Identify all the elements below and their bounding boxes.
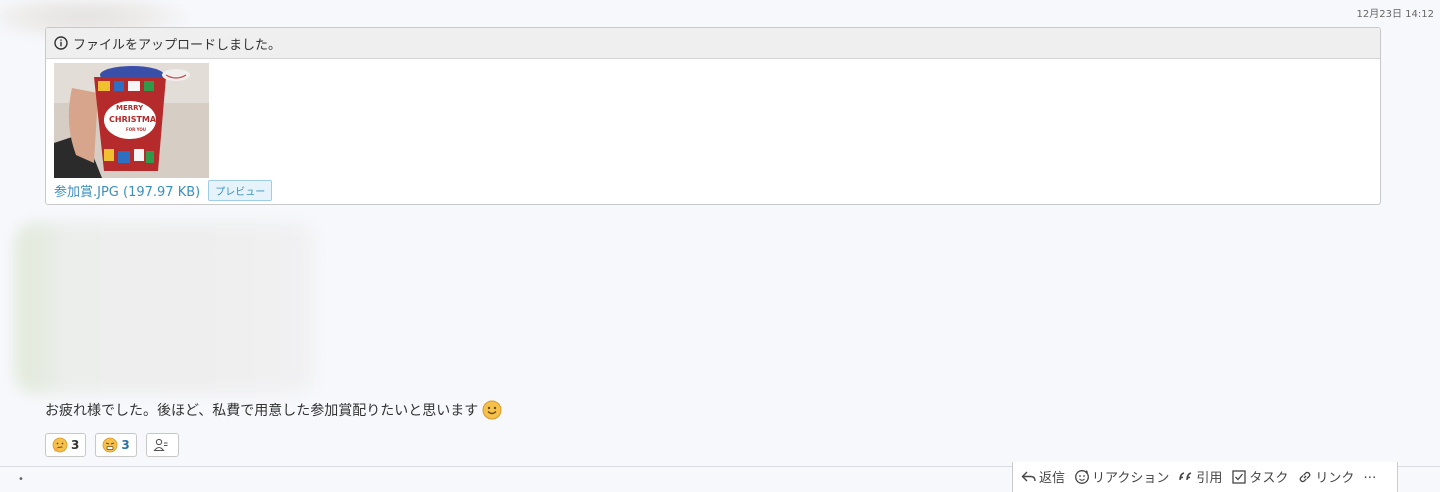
reply-action[interactable]: 返信	[1021, 467, 1065, 486]
message-action-bar: 返信 リアクション 引用 タスク リンク …	[1012, 462, 1398, 492]
link-label: リンク	[1315, 471, 1355, 486]
quote-label: 引用	[1196, 471, 1223, 486]
file-upload-card: ファイルをアップロードしました。 MERRY CHRISTMAS FOR YOU	[45, 27, 1381, 205]
file-download-link[interactable]: 参加賞.JPG (197.97 KB)	[54, 181, 200, 200]
task-label: タスク	[1249, 471, 1289, 486]
upload-notice-text: ファイルをアップロードしました。	[73, 37, 282, 53]
thinking-emoji-icon	[52, 437, 68, 453]
reaction-action[interactable]: リアクション	[1074, 467, 1169, 486]
reaction-icon	[1075, 469, 1089, 484]
message-body: お疲れ様でした。後ほど、私費で用意した参加賞配りたいと思います	[45, 400, 502, 420]
upload-notice-bar: ファイルをアップロードしました。	[46, 28, 1380, 59]
thumbnail-text-for-you: FOR YOU	[126, 127, 147, 132]
link-action[interactable]: リンク	[1297, 467, 1354, 486]
task-checkbox-icon	[1232, 469, 1247, 484]
reaction-label: リアクション	[1092, 471, 1170, 486]
reaction-count: 3	[121, 438, 130, 452]
thumbnail-text-merry: MERRY	[116, 104, 144, 112]
task-action[interactable]: タスク	[1231, 467, 1288, 486]
tired-emoji-icon	[102, 437, 118, 453]
reply-label: 返信	[1039, 471, 1066, 486]
message-timestamp: 12月23日 14:12	[1356, 9, 1434, 20]
user-add-icon	[153, 438, 168, 452]
info-icon	[54, 36, 68, 50]
smile-emoji-icon	[482, 400, 502, 420]
link-icon	[1300, 471, 1311, 482]
file-info-row: 参加賞.JPG (197.97 KB) プレビュー	[54, 180, 273, 201]
thumbnail-text-christmas: CHRISTMAS	[109, 115, 162, 124]
reaction-tired[interactable]: 3	[95, 433, 137, 457]
reaction-list: 3 3	[45, 433, 179, 457]
reaction-count: 3	[71, 438, 80, 452]
reply-icon	[1021, 471, 1036, 481]
preview-button[interactable]: プレビュー	[208, 180, 273, 201]
reaction-thinking[interactable]: 3	[45, 433, 87, 457]
uploaded-image-thumbnail[interactable]: MERRY CHRISTMAS FOR YOU	[54, 63, 209, 178]
message-text: お疲れ様でした。後ほど、私費で用意した参加賞配りたいと思います	[45, 403, 479, 419]
quote-action[interactable]: 引用	[1178, 467, 1222, 486]
quote-icon	[1179, 471, 1192, 480]
add-reaction-user-button[interactable]	[145, 433, 179, 457]
blurred-avatar	[15, 222, 315, 394]
